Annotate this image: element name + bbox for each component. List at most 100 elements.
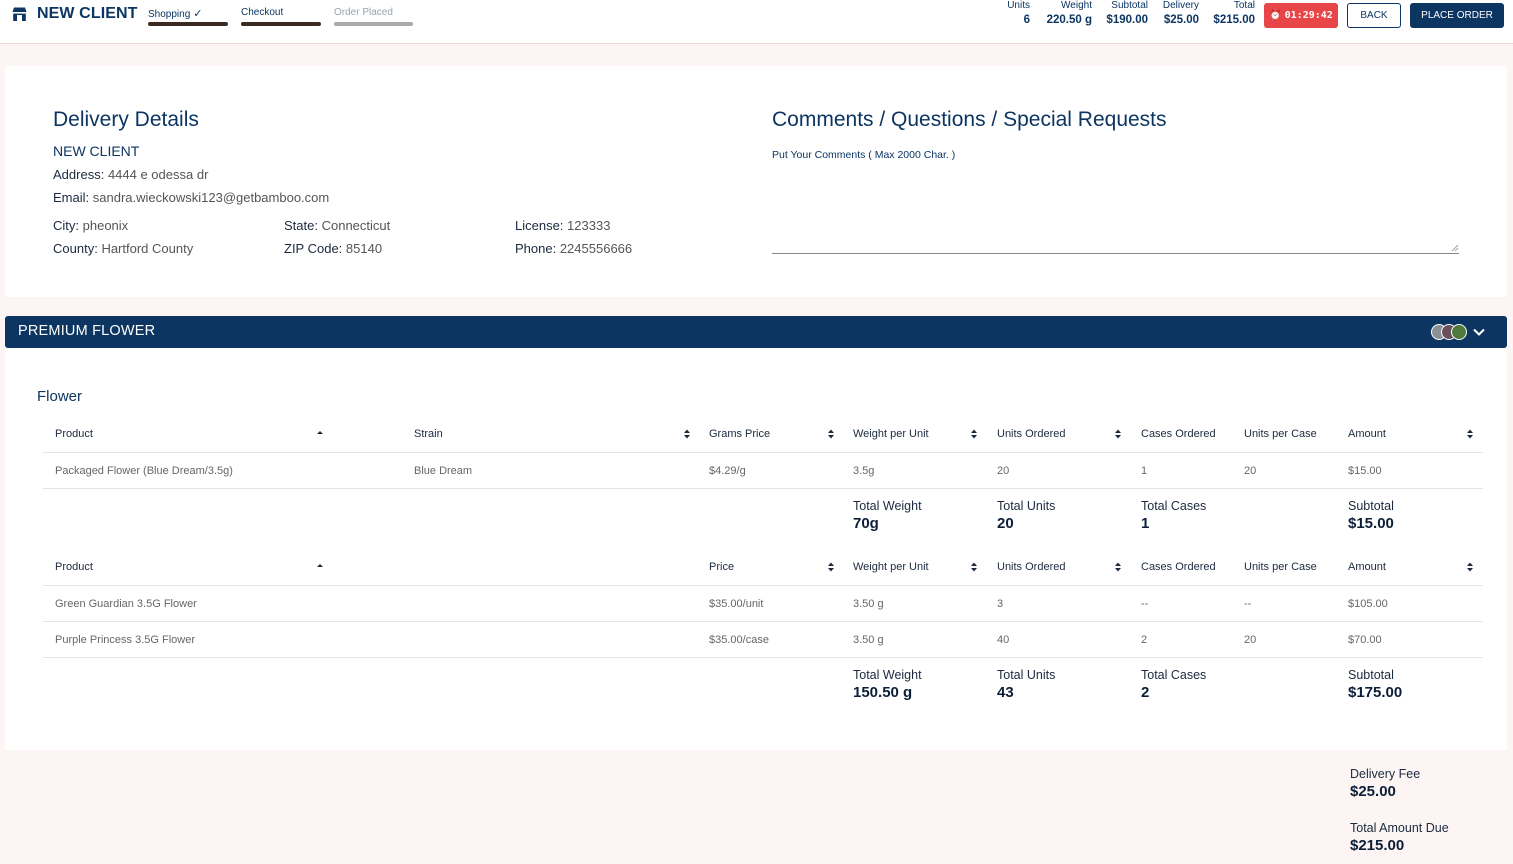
stat-label: Subtotal [1111, 0, 1148, 11]
cell-amount: $70.00 [1348, 634, 1382, 646]
place-order-button[interactable]: PLACE ORDER [1410, 3, 1504, 28]
subtotal-value: $15.00 [1348, 515, 1394, 532]
zip-field: ZIP Code: 85140 [284, 241, 382, 256]
column-header-price[interactable]: Price [709, 561, 734, 573]
state-field: State: Connecticut [284, 218, 390, 233]
total-weight-label: Total Weight [853, 668, 922, 682]
field-label: ZIP Code: [284, 241, 343, 256]
subtotal-value: $175.00 [1348, 684, 1403, 701]
total-units-value: 43 [997, 684, 1014, 701]
session-timer: ⏰ 01:29:42 [1264, 3, 1338, 28]
step-shopping[interactable]: Shopping ✓ [148, 7, 228, 26]
email-field: Email: sandra.wieckowski123@getbamboo.co… [53, 190, 329, 205]
field-value: 123333 [567, 218, 611, 233]
sort-icon[interactable] [970, 561, 978, 573]
total-amount-due-label: Total Amount Due [1350, 821, 1449, 835]
total-amount-due-value: $215.00 [1350, 837, 1405, 854]
sort-asc-icon[interactable] [316, 428, 324, 440]
column-header-units-ordered[interactable]: Units Ordered [997, 561, 1065, 573]
stat-weight: Weight 220.50 g [1036, 0, 1092, 26]
step-label: Shopping [148, 9, 191, 20]
step-label: Checkout [241, 7, 284, 18]
cell-amount: $15.00 [1348, 465, 1382, 477]
total-cases-value: 1 [1141, 515, 1150, 532]
alarm-clock-icon: ⏰ [1269, 10, 1282, 21]
cell-units: 3 [997, 598, 1004, 610]
comments-title: Comments / Questions / Special Requests [772, 108, 1167, 131]
top-bar: NEW CLIENT Shopping ✓ Checkout Order Plac… [0, 0, 1513, 44]
divider [43, 585, 1483, 586]
field-value: Connecticut [321, 218, 391, 233]
field-value: 4444 e odessa dr [107, 167, 209, 182]
column-header-product[interactable]: Product [55, 428, 93, 440]
cell-price: $4.29/g [709, 465, 746, 477]
total-units-label: Total Units [997, 499, 1056, 513]
product-section: Flower Product Strain Grams Price Weight… [5, 348, 1507, 750]
step-progress-bar [148, 22, 228, 26]
cell-units-per-case: 20 [1244, 634, 1257, 646]
column-header-strain[interactable]: Strain [414, 428, 443, 440]
cell-price: $35.00/unit [709, 598, 764, 610]
phone-field: Phone: 2245556666 [515, 241, 632, 256]
cell-price: $35.00/case [709, 634, 769, 646]
stat-units: Units 6 [996, 0, 1030, 26]
field-label: Email: [53, 190, 90, 205]
column-header-grams-price[interactable]: Grams Price [709, 428, 770, 440]
store-icon [12, 7, 27, 21]
cell-product: Packaged Flower (Blue Dream/3.5g) [55, 465, 233, 477]
cell-units: 20 [997, 465, 1010, 477]
step-label: Order Placed [334, 7, 393, 18]
stat-label: Weight [1061, 0, 1092, 11]
column-header-product[interactable]: Product [55, 561, 93, 573]
check-icon: ✓ [193, 8, 203, 20]
sort-icon[interactable] [1114, 561, 1122, 573]
client-title: NEW CLIENT [37, 5, 138, 22]
field-label: Phone: [515, 241, 557, 256]
cell-weight: 3.50 g [853, 634, 884, 646]
product-avatar [1451, 324, 1467, 340]
comments-textarea[interactable] [772, 168, 1459, 254]
total-cases-label: Total Cases [1141, 668, 1207, 682]
column-header-weight-per-unit[interactable]: Weight per Unit [853, 428, 929, 440]
sort-icon[interactable] [827, 561, 835, 573]
sort-icon[interactable] [970, 428, 978, 440]
cell-strain: Blue Dream [414, 465, 473, 477]
subtotal-label: Subtotal [1348, 499, 1394, 513]
sort-icon[interactable] [1466, 428, 1474, 440]
field-value: sandra.wieckowski123@getbamboo.com [92, 190, 330, 205]
step-progress-bar [334, 22, 413, 26]
cell-weight: 3.50 g [853, 598, 884, 610]
chevron-down-icon[interactable] [1471, 324, 1487, 340]
category-header[interactable]: PREMIUM FLOWER [5, 316, 1507, 348]
column-header-amount[interactable]: Amount [1348, 428, 1386, 440]
delivery-card: Delivery Details NEW CLIENT Address: 444… [5, 66, 1507, 297]
sort-icon[interactable] [1466, 561, 1474, 573]
sort-icon[interactable] [1114, 428, 1122, 440]
stat-value: $25.00 [1163, 14, 1199, 26]
total-units-value: 20 [997, 515, 1014, 532]
sort-icon[interactable] [827, 428, 835, 440]
divider [43, 657, 1483, 658]
field-value: 2245556666 [559, 241, 633, 256]
resize-handle-icon[interactable] [1451, 244, 1459, 252]
step-order-placed: Order Placed [334, 7, 413, 26]
delivery-fee-label: Delivery Fee [1350, 767, 1421, 781]
back-button[interactable]: BACK [1347, 3, 1401, 28]
stat-value: 6 [1023, 14, 1030, 26]
field-label: Address: [53, 167, 105, 182]
column-header-amount[interactable]: Amount [1348, 561, 1386, 573]
subcategory-title: Flower [37, 388, 83, 405]
field-label: State: [284, 218, 318, 233]
license-field: License: 123333 [515, 218, 610, 233]
step-checkout[interactable]: Checkout [241, 7, 321, 26]
sort-asc-icon[interactable] [316, 561, 324, 573]
stat-value: $215.00 [1213, 14, 1255, 26]
column-header-weight-per-unit[interactable]: Weight per Unit [853, 561, 929, 573]
field-label: City: [53, 218, 79, 233]
total-weight-value: 70g [853, 515, 879, 532]
column-header-units-ordered[interactable]: Units Ordered [997, 428, 1065, 440]
column-header-cases-ordered: Cases Ordered [1141, 561, 1216, 573]
product-avatars [1431, 324, 1467, 340]
county-field: County: Hartford County [53, 241, 193, 256]
sort-icon[interactable] [683, 428, 691, 440]
